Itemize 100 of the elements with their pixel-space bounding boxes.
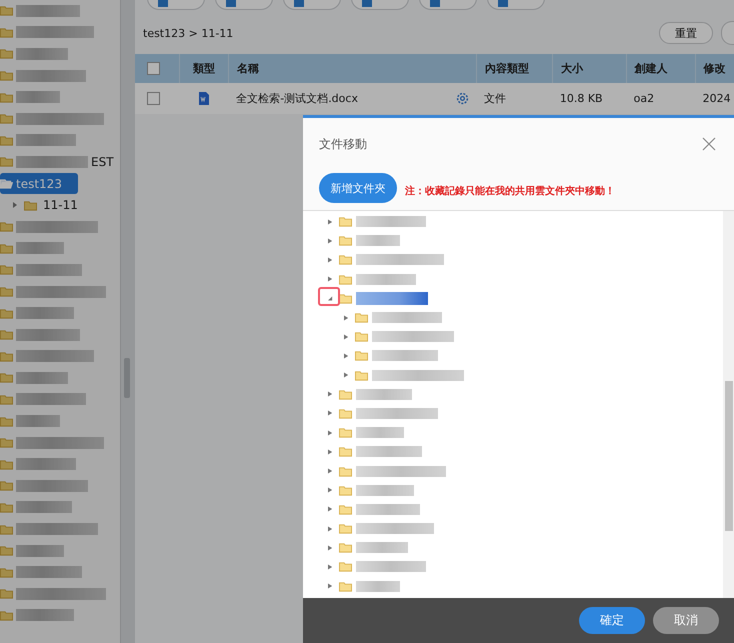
folder-icon xyxy=(0,372,13,384)
redacted-label xyxy=(16,70,86,82)
redacted-label xyxy=(16,134,76,146)
caret-right-icon[interactable] xyxy=(12,202,18,208)
toolbar-icon xyxy=(430,0,440,7)
scrollbar[interactable] xyxy=(723,211,734,598)
settings-icon[interactable] xyxy=(455,91,470,106)
caret-right-icon[interactable] xyxy=(328,430,332,436)
sidebar-item[interactable]: test123 xyxy=(0,172,78,194)
folder-icon xyxy=(0,588,13,600)
table-cell-text: 文件 xyxy=(483,91,508,107)
folder-icon xyxy=(0,48,13,60)
splitter-handle[interactable] xyxy=(124,358,130,398)
folder-icon xyxy=(339,561,352,572)
caret-right-icon[interactable] xyxy=(328,218,332,225)
folder-icon xyxy=(339,504,352,515)
close-icon[interactable] xyxy=(702,137,716,151)
caret-right-icon[interactable] xyxy=(328,526,332,532)
folder-name: test123 xyxy=(16,176,62,191)
folder-icon xyxy=(0,264,13,276)
folder-icon xyxy=(339,274,352,285)
folder-name: 11-11 xyxy=(43,198,78,212)
caret-right-icon[interactable] xyxy=(328,448,332,455)
warning-note: 注：收藏記錄只能在我的共用雲文件夾中移動！ xyxy=(405,184,615,198)
caret-right-icon[interactable] xyxy=(328,487,332,494)
sidebar-item[interactable]: 11-11 xyxy=(0,194,120,216)
folder-icon xyxy=(339,484,352,496)
caret-right-icon[interactable] xyxy=(328,410,332,416)
folder-icon xyxy=(0,156,13,168)
folder-icon xyxy=(0,545,13,556)
redacted-label xyxy=(16,372,68,384)
cancel-button[interactable]: 取消 xyxy=(653,607,719,634)
redacted-label xyxy=(16,609,74,622)
caret-right-icon[interactable] xyxy=(328,583,332,590)
folder-icon xyxy=(0,350,13,362)
folder-icon xyxy=(339,542,352,554)
file-name[interactable]: 全文检索-测试文档.docx xyxy=(236,91,358,106)
folder-icon xyxy=(0,524,13,535)
redacted-label xyxy=(16,156,88,168)
caret-right-icon[interactable] xyxy=(328,391,332,398)
redacted-label xyxy=(16,415,60,428)
redacted-label xyxy=(16,264,82,276)
caret-right-icon[interactable] xyxy=(344,314,348,321)
caret-right-icon[interactable] xyxy=(328,506,332,512)
folder-icon xyxy=(0,92,13,103)
redacted-label xyxy=(16,393,86,406)
table-cell-text: 10.8 KB xyxy=(558,91,604,107)
folder-icon xyxy=(0,610,13,621)
folder-icon xyxy=(339,523,352,534)
folder-icon xyxy=(0,437,13,448)
folder-icon xyxy=(339,427,352,438)
folder-icon xyxy=(0,502,13,513)
redacted-label xyxy=(16,544,64,557)
folder-icon xyxy=(355,370,368,381)
folder-icon xyxy=(0,480,13,492)
reset-button[interactable]: 重置 xyxy=(659,22,713,44)
checkbox[interactable] xyxy=(147,92,160,105)
folder-icon xyxy=(0,242,13,254)
folder-icon xyxy=(0,416,13,427)
toolbar-icon xyxy=(294,0,304,7)
folder-name: EST xyxy=(91,154,114,169)
folder-icon xyxy=(24,200,37,211)
caret-right-icon[interactable] xyxy=(344,352,348,359)
redacted-label xyxy=(16,307,74,320)
caret-right-icon[interactable] xyxy=(328,544,332,551)
folder-icon xyxy=(0,221,13,232)
folder-icon xyxy=(355,350,368,362)
folder-icon xyxy=(0,308,13,319)
caret-right-icon[interactable] xyxy=(344,372,348,378)
toolbar-icon xyxy=(158,0,168,7)
caret-right-icon[interactable] xyxy=(328,564,332,570)
caret-right-icon[interactable] xyxy=(328,468,332,474)
caret-right-icon[interactable] xyxy=(328,276,332,282)
folder-icon xyxy=(0,26,13,38)
splitter-bar[interactable] xyxy=(120,0,135,643)
scrollbar-thumb[interactable] xyxy=(725,381,733,531)
folder-icon xyxy=(0,329,13,340)
checkbox[interactable] xyxy=(147,62,160,75)
caret-down-icon[interactable] xyxy=(328,295,332,302)
folder-icon xyxy=(339,580,352,592)
redacted-label xyxy=(16,566,82,578)
folder-icon xyxy=(339,254,352,266)
dialog-title: 文件移動 xyxy=(319,136,367,152)
toolbar-button[interactable] xyxy=(721,21,734,45)
toolbar-icon xyxy=(362,0,372,7)
caret-right-icon[interactable] xyxy=(344,334,348,340)
document-icon xyxy=(198,92,209,105)
redacted-label xyxy=(16,242,64,254)
table-cell-text: 2024 xyxy=(702,91,732,107)
folder-icon xyxy=(339,408,352,419)
caret-right-icon[interactable] xyxy=(328,256,332,263)
folder-icon xyxy=(0,458,13,470)
caret-right-icon[interactable] xyxy=(328,238,332,244)
redacted-label xyxy=(16,328,80,341)
folder-icon xyxy=(0,394,13,405)
confirm-button[interactable]: 確定 xyxy=(579,607,645,634)
folder-icon xyxy=(339,235,352,246)
new-folder-button[interactable]: 新增文件夾 xyxy=(319,173,397,203)
redacted-label xyxy=(16,4,80,17)
folder-icon xyxy=(0,286,13,298)
